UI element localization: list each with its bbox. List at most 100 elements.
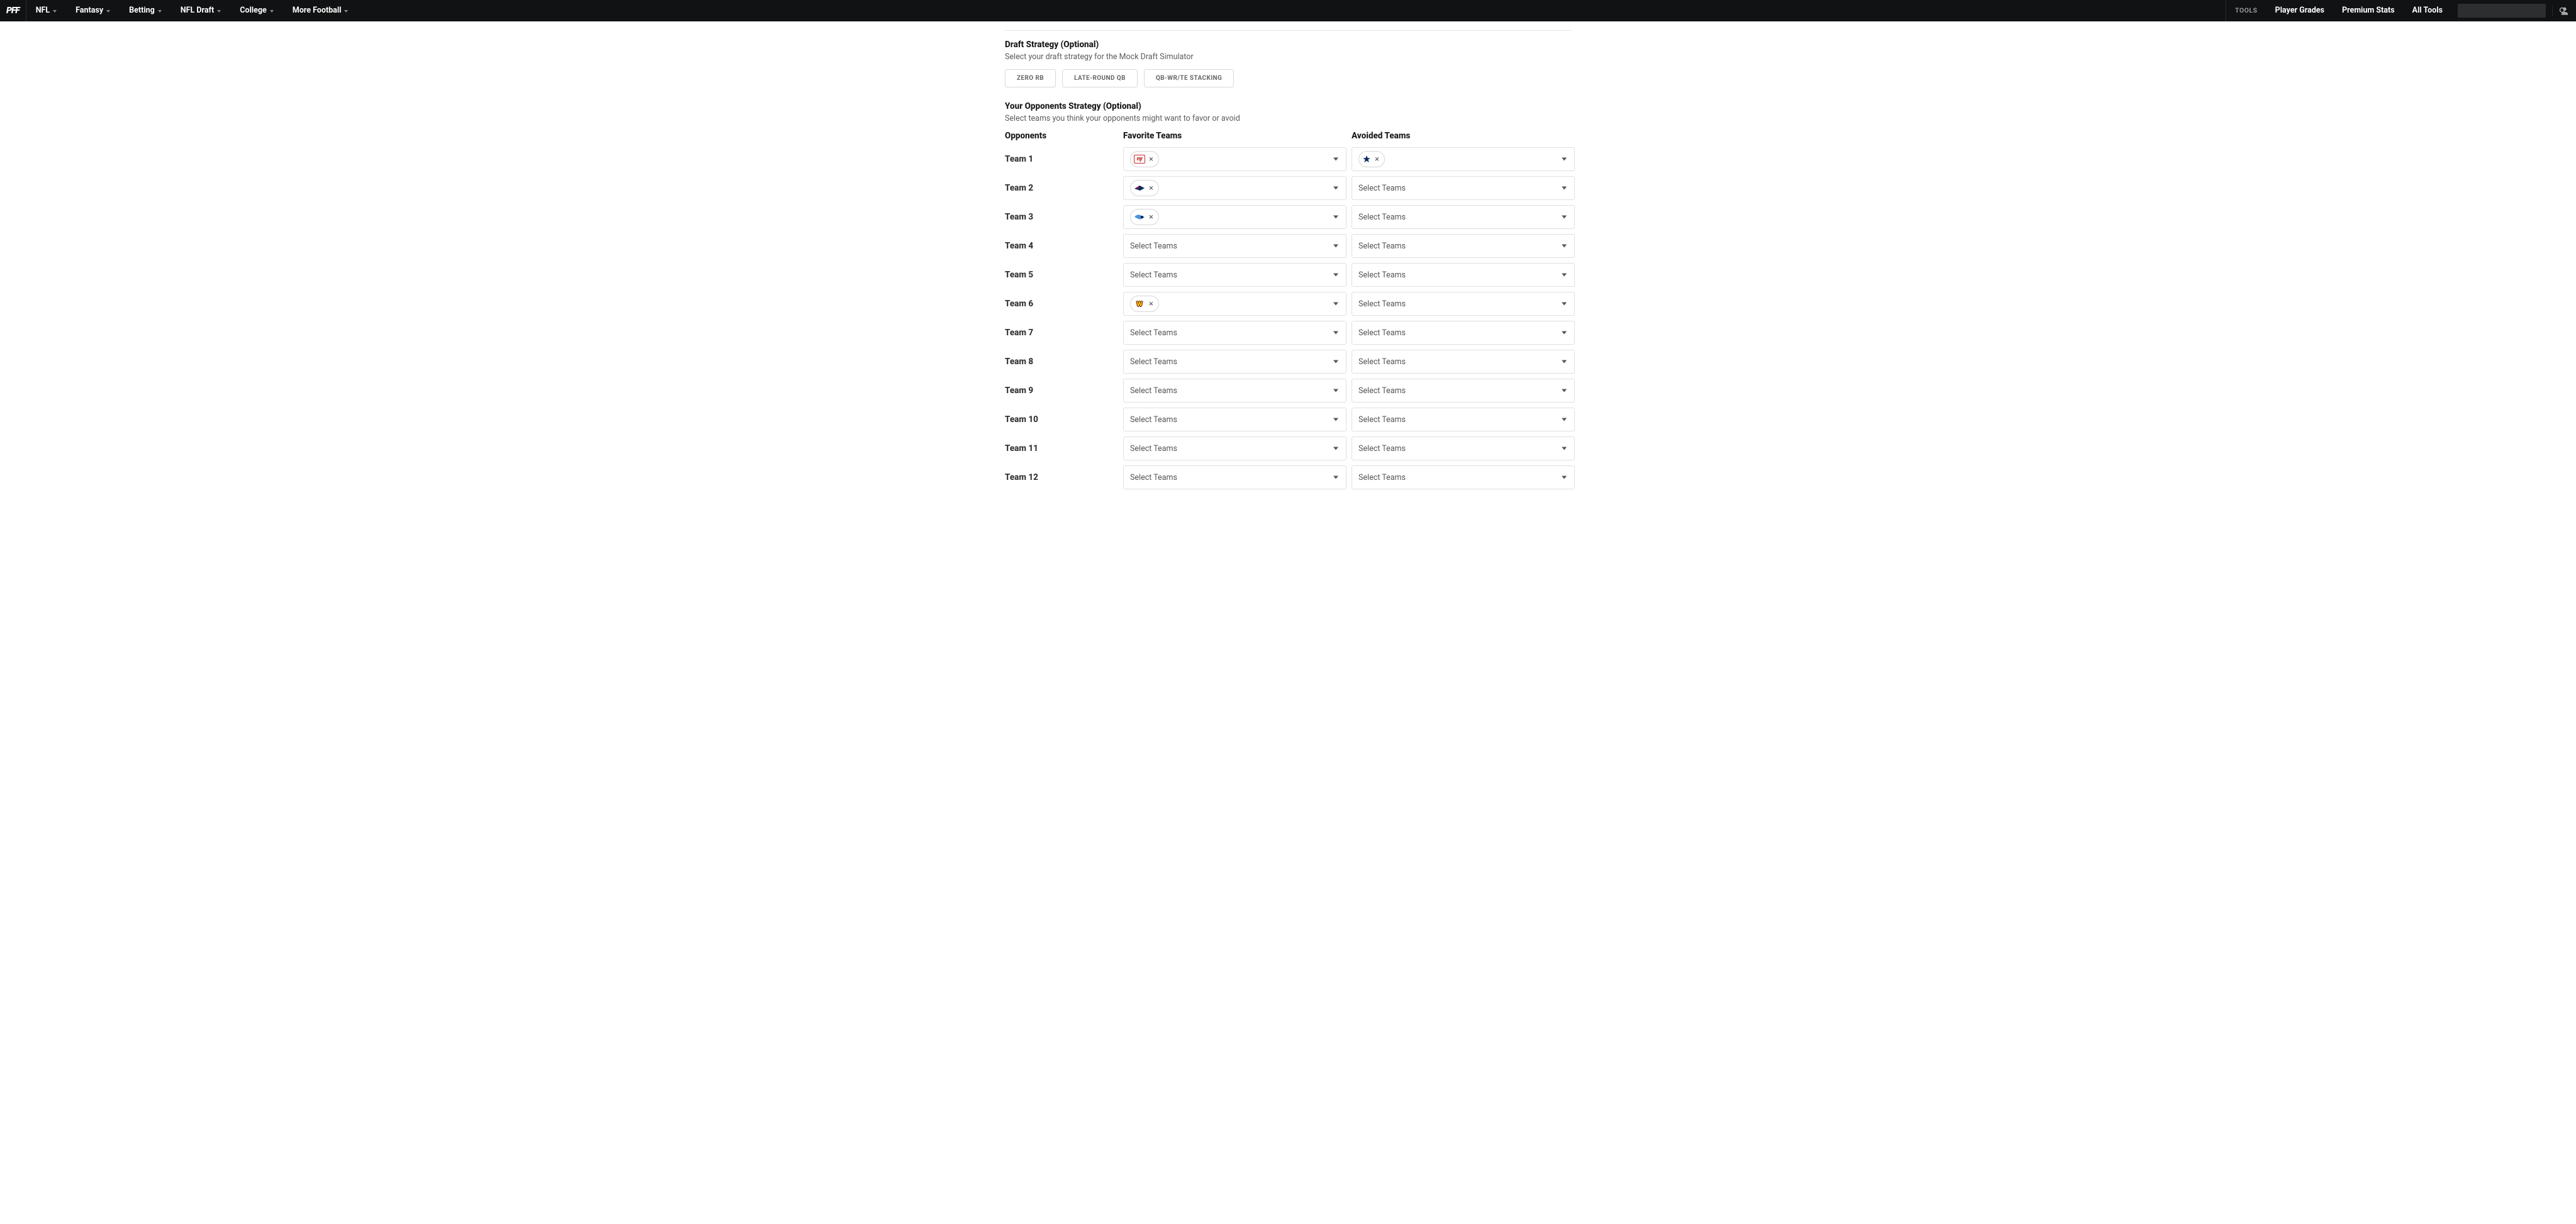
nav-item-label: NFL Draft bbox=[181, 0, 214, 21]
select-placeholder: Select Teams bbox=[1358, 270, 1406, 280]
favorite-teams-select[interactable]: Select Teams bbox=[1123, 350, 1347, 374]
selected-team-chip-ne: × bbox=[1130, 180, 1159, 196]
nav-item-fantasy[interactable]: Fantasy bbox=[66, 0, 120, 21]
remove-chip-icon[interactable]: × bbox=[1375, 155, 1379, 164]
avoided-teams-select[interactable]: × bbox=[1352, 147, 1575, 171]
select-placeholder: Select Teams bbox=[1358, 386, 1406, 396]
opponent-row-label: Team 8 bbox=[1005, 350, 1118, 374]
main-content: Draft Strategy (Optional) Select your dr… bbox=[1005, 21, 1571, 489]
favorite-teams-select[interactable]: × bbox=[1123, 205, 1347, 229]
select-placeholder: Select Teams bbox=[1130, 386, 1177, 396]
select-placeholder: Select Teams bbox=[1358, 299, 1406, 309]
section-divider bbox=[1005, 30, 1571, 31]
opponent-row-label: Team 5 bbox=[1005, 263, 1118, 287]
team-logo-nyg: ny bbox=[1134, 155, 1145, 164]
nav-item-nfl-draft[interactable]: NFL Draft bbox=[171, 0, 230, 21]
favorite-teams-select[interactable]: Select Teams bbox=[1123, 465, 1347, 489]
select-placeholder: Select Teams bbox=[1358, 473, 1406, 482]
chevron-down-icon bbox=[1333, 418, 1338, 421]
chevron-down-icon bbox=[1333, 360, 1338, 364]
remove-chip-icon[interactable]: × bbox=[1149, 184, 1153, 192]
brand-logo[interactable]: PFF bbox=[0, 0, 26, 21]
col-header-favorite: Favorite Teams bbox=[1123, 131, 1347, 141]
user-menu[interactable] bbox=[2552, 6, 2576, 16]
opponent-row-label: Team 6 bbox=[1005, 292, 1118, 316]
nav-right: TOOLS Player GradesPremium StatsAll Tool… bbox=[2226, 0, 2576, 21]
col-header-opponents: Opponents bbox=[1005, 131, 1118, 141]
favorite-teams-select[interactable]: ny × bbox=[1123, 147, 1347, 171]
avoided-teams-select[interactable]: Select Teams bbox=[1352, 205, 1575, 229]
favorite-teams-select[interactable]: Select Teams bbox=[1123, 379, 1347, 403]
select-placeholder: Select Teams bbox=[1358, 328, 1406, 338]
selected-team-chip-ten: × bbox=[1130, 209, 1159, 225]
nav-item-college[interactable]: College bbox=[230, 0, 283, 21]
avoided-teams-select[interactable]: Select Teams bbox=[1352, 321, 1575, 345]
avoided-teams-select[interactable]: Select Teams bbox=[1352, 465, 1575, 489]
favorite-teams-select[interactable]: Select Teams bbox=[1123, 321, 1347, 345]
strategy-option-zero-rb[interactable]: ZERO RB bbox=[1005, 69, 1056, 87]
chevron-down-icon bbox=[1562, 158, 1567, 161]
chevron-down-icon bbox=[1333, 274, 1338, 277]
opponent-row-label: Team 9 bbox=[1005, 379, 1118, 403]
favorite-teams-select[interactable]: W× bbox=[1123, 292, 1347, 316]
avoided-teams-select[interactable]: Select Teams bbox=[1352, 176, 1575, 200]
nav-link-all-tools[interactable]: All Tools bbox=[2404, 6, 2451, 15]
strategy-option-qb-wr-te-stacking[interactable]: QB-WR/TE STACKING bbox=[1144, 69, 1234, 87]
avoided-teams-select[interactable]: Select Teams bbox=[1352, 350, 1575, 374]
opponent-row-label: Team 1 bbox=[1005, 147, 1118, 171]
nav-item-nfl[interactable]: NFL bbox=[26, 0, 66, 21]
opponent-row-label: Team 4 bbox=[1005, 234, 1118, 258]
opponents-strategy-title: Your Opponents Strategy (Optional) bbox=[1005, 101, 1571, 111]
select-placeholder: Select Teams bbox=[1358, 357, 1406, 367]
select-placeholder: Select Teams bbox=[1130, 444, 1177, 453]
nav-item-label: Fantasy bbox=[76, 0, 103, 21]
nav-link-player-grades[interactable]: Player Grades bbox=[2266, 6, 2333, 15]
favorite-teams-select[interactable]: × bbox=[1123, 176, 1347, 200]
nav-item-label: More Football bbox=[293, 0, 342, 21]
user-icon bbox=[2560, 6, 2570, 16]
nav-left: NFL Fantasy Betting NFL Draft College More Fo… bbox=[26, 0, 358, 21]
opponent-row-label: Team 3 bbox=[1005, 205, 1118, 229]
chevron-down-icon bbox=[1562, 303, 1567, 306]
select-placeholder: Select Teams bbox=[1358, 184, 1406, 193]
chevron-down-icon bbox=[158, 10, 162, 13]
chevron-down-icon bbox=[1562, 476, 1567, 479]
chevron-down-icon bbox=[1333, 245, 1338, 248]
avoided-teams-select[interactable]: Select Teams bbox=[1352, 379, 1575, 403]
search-input[interactable] bbox=[2461, 6, 2559, 15]
remove-chip-icon[interactable]: × bbox=[1149, 155, 1153, 164]
opponent-row-label: Team 11 bbox=[1005, 437, 1118, 460]
avoided-teams-select[interactable]: Select Teams bbox=[1352, 263, 1575, 287]
favorite-teams-select[interactable]: Select Teams bbox=[1123, 408, 1347, 431]
nav-item-more-football[interactable]: More Football bbox=[283, 0, 358, 21]
remove-chip-icon[interactable]: × bbox=[1149, 213, 1153, 221]
remove-chip-icon[interactable]: × bbox=[1149, 300, 1153, 308]
nav-link-premium-stats[interactable]: Premium Stats bbox=[2333, 6, 2404, 15]
favorite-teams-select[interactable]: Select Teams bbox=[1123, 437, 1347, 460]
chevron-down-icon bbox=[1333, 447, 1338, 450]
chevron-down-icon bbox=[1562, 418, 1567, 421]
avoided-teams-select[interactable]: Select Teams bbox=[1352, 234, 1575, 258]
select-placeholder: Select Teams bbox=[1130, 270, 1177, 280]
team-logo-was: W bbox=[1134, 299, 1145, 308]
nav-item-betting[interactable]: Betting bbox=[120, 0, 171, 21]
select-placeholder: Select Teams bbox=[1358, 242, 1406, 251]
avoided-teams-select[interactable]: Select Teams bbox=[1352, 437, 1575, 460]
chevron-down-icon bbox=[1562, 360, 1567, 364]
strategy-options: ZERO RB LATE-ROUND QB QB-WR/TE STACKING bbox=[1005, 69, 1571, 87]
draft-strategy-subtitle: Select your draft strategy for the Mock … bbox=[1005, 52, 1571, 62]
chevron-down-icon bbox=[1562, 216, 1567, 219]
favorite-teams-select[interactable]: Select Teams bbox=[1123, 234, 1347, 258]
search-box[interactable] bbox=[2458, 4, 2546, 18]
chevron-down-icon bbox=[1333, 331, 1338, 335]
favorite-teams-select[interactable]: Select Teams bbox=[1123, 263, 1347, 287]
avoided-teams-select[interactable]: Select Teams bbox=[1352, 292, 1575, 316]
chevron-down-icon bbox=[217, 10, 221, 13]
avoided-teams-select[interactable]: Select Teams bbox=[1352, 408, 1575, 431]
tools-label: TOOLS bbox=[2226, 0, 2266, 21]
strategy-option-late-round-qb[interactable]: LATE-ROUND QB bbox=[1062, 69, 1138, 87]
chevron-down-icon bbox=[344, 10, 348, 13]
opponents-grid: Opponents Favorite Teams Avoided Teams T… bbox=[1005, 131, 1571, 489]
select-placeholder: Select Teams bbox=[1130, 357, 1177, 367]
select-placeholder: Select Teams bbox=[1358, 444, 1406, 453]
